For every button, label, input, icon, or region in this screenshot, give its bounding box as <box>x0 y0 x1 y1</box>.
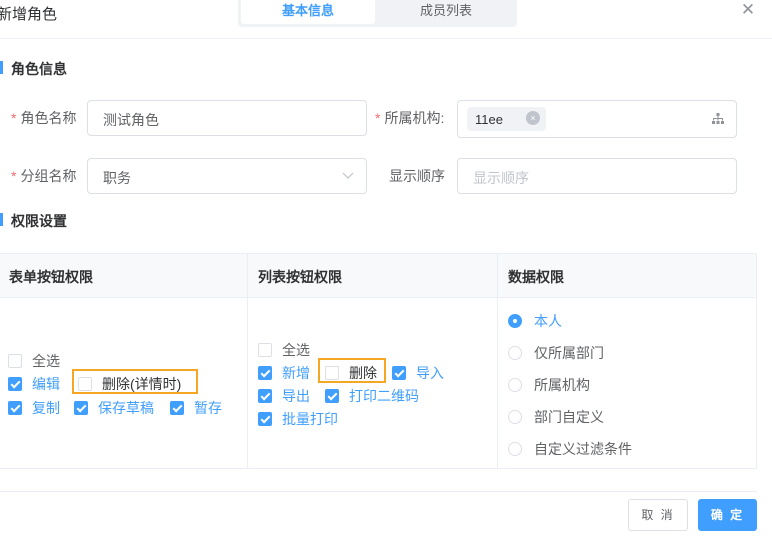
role-name-label-text: 角色名称 <box>20 110 77 126</box>
header-form-buttons: 表单按钮权限 <box>9 269 93 285</box>
order-input[interactable]: 显示顺序 <box>457 158 737 194</box>
required-mark: * <box>11 168 17 184</box>
radio-circle[interactable] <box>508 346 522 360</box>
list-delete-checkbox[interactable]: 删除 <box>325 363 377 383</box>
form-delete-detail-checkbox[interactable]: 删除(详情时) <box>78 374 181 394</box>
checkbox-box[interactable] <box>8 354 22 368</box>
list-export-checkbox[interactable]: 导出 <box>258 386 310 406</box>
checkbox-label: 导入 <box>416 365 444 381</box>
org-select[interactable]: 11ee × <box>457 100 737 138</box>
footer-divider <box>0 491 757 492</box>
tab-basic-info[interactable]: 基本信息 <box>241 0 375 24</box>
checkbox-box[interactable] <box>258 412 272 426</box>
org-tree-icon[interactable] <box>712 113 724 124</box>
required-mark: * <box>375 110 381 126</box>
radio-label: 仅所属部门 <box>534 345 604 361</box>
order-placeholder: 显示顺序 <box>473 170 529 186</box>
checkbox-label: 导出 <box>282 388 310 404</box>
table-header-row: 表单按钮权限 列表按钮权限 数据权限 <box>0 254 757 298</box>
scope-self-radio[interactable]: 本人 <box>508 311 562 331</box>
checkbox-box[interactable] <box>170 401 184 415</box>
checkbox-box[interactable] <box>392 366 406 380</box>
permission-table: 表单按钮权限 列表按钮权限 数据权限 全选 编辑 删除(详情时) 复制 保存草稿… <box>0 253 757 469</box>
form-select-all-checkbox[interactable]: 全选 <box>8 351 60 371</box>
section-marker <box>0 61 3 74</box>
header-list-buttons: 列表按钮权限 <box>258 269 342 285</box>
checkbox-box[interactable] <box>258 389 272 403</box>
radio-label: 所属机构 <box>534 377 590 393</box>
group-label: * 分组名称 <box>11 166 76 186</box>
scope-own-dept-radio[interactable]: 仅所属部门 <box>508 343 604 363</box>
checkbox-label: 删除(详情时) <box>102 376 182 392</box>
checkbox-box[interactable] <box>258 343 272 357</box>
org-label: * 所属机构: <box>375 108 444 128</box>
role-name-input[interactable]: 测试角色 <box>87 100 367 136</box>
section-title-permission: 权限设置 <box>11 213 67 229</box>
checkbox-box[interactable] <box>325 389 339 403</box>
checkbox-box[interactable] <box>78 377 92 391</box>
role-name-label: * 角色名称 <box>11 108 76 128</box>
checkbox-box[interactable] <box>8 377 22 391</box>
checkbox-box[interactable] <box>8 401 22 415</box>
cancel-button[interactable]: 取 消 <box>628 499 688 531</box>
list-batch-print-checkbox[interactable]: 批量打印 <box>258 409 338 429</box>
form-edit-checkbox[interactable]: 编辑 <box>8 374 60 394</box>
dialog-title: 新增角色 <box>0 6 58 23</box>
header-divider <box>0 38 772 39</box>
group-value: 职务 <box>103 170 131 186</box>
tab-bar: 基本信息 成员列表 <box>238 0 517 27</box>
chevron-down-icon <box>342 172 354 179</box>
radio-circle[interactable] <box>508 410 522 424</box>
form-copy-checkbox[interactable]: 复制 <box>8 398 60 418</box>
group-select[interactable]: 职务 <box>87 158 367 194</box>
org-tag-label: 11ee <box>475 112 503 127</box>
checkbox-label: 全选 <box>32 353 60 369</box>
section-marker <box>0 213 3 226</box>
radio-circle[interactable] <box>508 314 522 328</box>
required-mark: * <box>11 110 17 126</box>
checkbox-label: 全选 <box>282 342 310 358</box>
list-import-checkbox[interactable]: 导入 <box>392 363 444 383</box>
checkbox-box[interactable] <box>74 401 88 415</box>
order-label: 显示顺序 <box>389 168 445 184</box>
list-add-checkbox[interactable]: 新增 <box>258 363 310 383</box>
group-label-text: 分组名称 <box>20 168 77 184</box>
org-tag: 11ee × <box>467 107 546 131</box>
checkbox-box[interactable] <box>325 366 339 380</box>
checkbox-box[interactable] <box>258 366 272 380</box>
column-divider <box>247 254 248 468</box>
tab-member-list[interactable]: 成员列表 <box>377 0 515 24</box>
header-data-scope: 数据权限 <box>508 269 564 285</box>
column-divider <box>497 254 498 468</box>
scope-custom-filter-radio[interactable]: 自定义过滤条件 <box>508 439 632 459</box>
checkbox-label: 暂存 <box>194 400 222 416</box>
checkbox-label: 批量打印 <box>282 411 338 427</box>
confirm-button[interactable]: 确 定 <box>698 499 757 531</box>
checkbox-label: 删除 <box>349 365 377 381</box>
column-divider <box>756 254 757 468</box>
radio-circle[interactable] <box>508 378 522 392</box>
form-save-draft-checkbox[interactable]: 保存草稿 <box>74 398 154 418</box>
scope-dept-custom-radio[interactable]: 部门自定义 <box>508 407 604 427</box>
org-label-text: 所属机构: <box>384 110 445 126</box>
radio-circle[interactable] <box>508 442 522 456</box>
radio-label: 部门自定义 <box>534 409 604 425</box>
checkbox-label: 保存草稿 <box>98 400 154 416</box>
form-temp-save-checkbox[interactable]: 暂存 <box>170 398 222 418</box>
radio-label: 自定义过滤条件 <box>534 441 632 457</box>
close-icon[interactable]: ✕ <box>738 0 758 20</box>
scope-org-radio[interactable]: 所属机构 <box>508 375 590 395</box>
role-name-value: 测试角色 <box>103 112 159 128</box>
list-print-qr-checkbox[interactable]: 打印二维码 <box>325 386 419 406</box>
checkbox-label: 编辑 <box>32 376 60 392</box>
checkbox-label: 复制 <box>32 400 60 416</box>
radio-label: 本人 <box>534 313 562 329</box>
list-select-all-checkbox[interactable]: 全选 <box>258 340 310 360</box>
checkbox-label: 新增 <box>282 365 310 381</box>
checkbox-label: 打印二维码 <box>349 388 419 404</box>
section-title-role-info: 角色信息 <box>11 61 67 77</box>
tag-close-icon[interactable]: × <box>526 111 540 125</box>
